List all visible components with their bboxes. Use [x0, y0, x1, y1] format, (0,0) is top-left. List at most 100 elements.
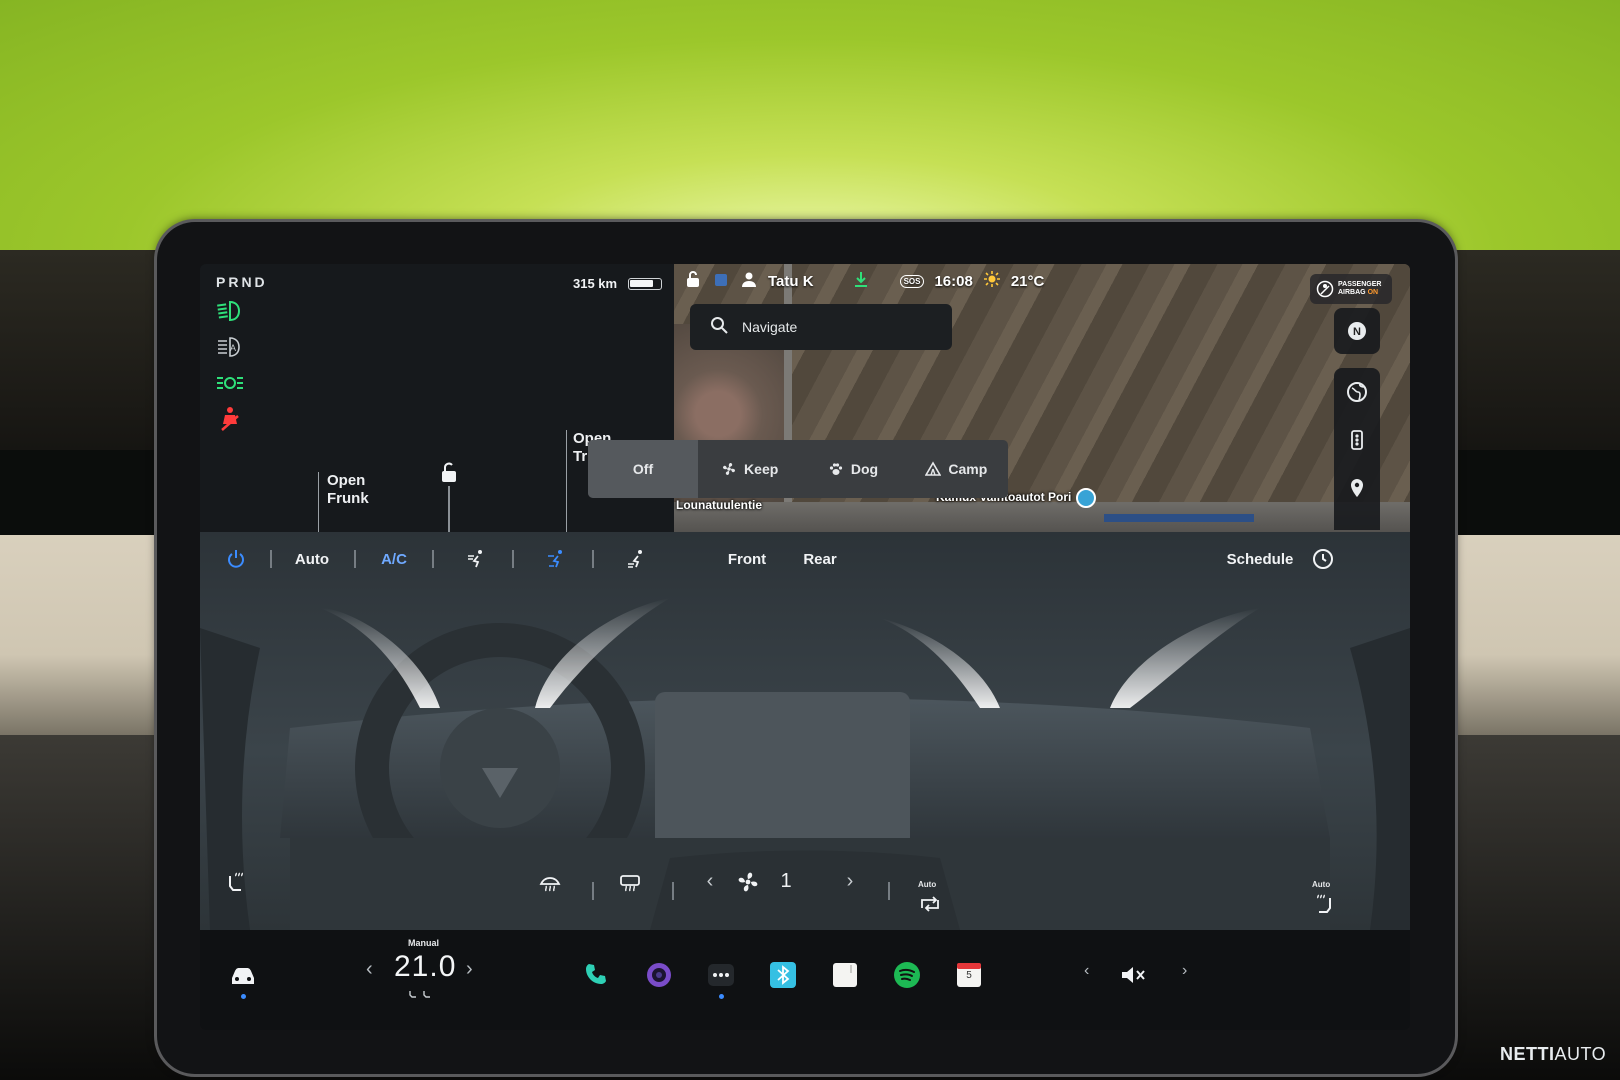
temp-mode-label: Manual [408, 938, 440, 948]
lock-status-icon[interactable] [684, 270, 702, 292]
car-controls-button[interactable] [226, 958, 260, 992]
battery-level [630, 280, 653, 287]
calendar-app-button[interactable]: 5 [952, 958, 986, 992]
keeper-off-label: Off [632, 461, 654, 477]
cabin-temperature[interactable]: 21.0 [394, 950, 456, 984]
status-bar: Tatu K SOS 16:08 21°C [674, 264, 1044, 298]
fan-increase-button[interactable]: › [840, 870, 860, 893]
globe-icon [1347, 382, 1367, 402]
paw-icon [829, 463, 842, 475]
ac-button[interactable]: A/C [374, 546, 414, 572]
spotify-app-button[interactable] [890, 958, 924, 992]
volume-increase-button[interactable]: › [1182, 962, 1187, 980]
keeper-dog-option[interactable]: Dog [801, 440, 904, 498]
keeper-keep-option[interactable]: Keep [698, 440, 801, 498]
driver-seat-heat-button[interactable] [222, 870, 250, 894]
cabin-illustration [200, 598, 1410, 930]
pin-button[interactable] [1334, 464, 1380, 512]
separator [354, 550, 356, 568]
seat-heater-icon [1317, 894, 1331, 913]
low-beam-icon [216, 298, 244, 324]
power-icon [228, 550, 244, 568]
mute-button[interactable] [1116, 958, 1150, 992]
airbag-label-line1: PASSENGER [1338, 281, 1382, 288]
watermark-rest: AUTO [1554, 1044, 1607, 1064]
fan-icon [723, 463, 736, 475]
navigate-input[interactable] [742, 319, 922, 335]
outside-temperature: 21°C [1010, 272, 1045, 290]
profile-icon[interactable] [740, 270, 758, 292]
fan-speed-value: 1 [780, 870, 792, 892]
rear-defrost-tab[interactable]: Rear [800, 546, 840, 572]
center-display-shape [655, 692, 910, 854]
unlock-leader-line [448, 486, 450, 534]
airflow-feet-icon [628, 550, 642, 568]
search-icon [710, 316, 728, 339]
climate-auto-button[interactable]: Auto [290, 546, 334, 572]
phone-app-button[interactable] [580, 958, 614, 992]
volume-decrease-button[interactable]: ‹ [1084, 962, 1089, 980]
separator [432, 550, 434, 568]
recirculation-button[interactable] [916, 892, 944, 916]
map-controls [1334, 368, 1380, 530]
front-defrost-button[interactable] [536, 870, 564, 894]
airflow-face-button[interactable] [462, 546, 490, 572]
rear-defrost-button[interactable] [616, 870, 644, 894]
volume-mute-icon [1122, 967, 1145, 983]
sos-icon[interactable]: SOS [899, 274, 925, 288]
climate-power-button[interactable] [222, 546, 250, 572]
airbag-icon [1316, 280, 1334, 298]
map-road [674, 502, 1410, 532]
svg-text:N: N [1353, 326, 1361, 338]
keeper-dog-label: Dog [850, 461, 879, 477]
open-frunk-button[interactable]: Open Frunk [318, 472, 369, 534]
airflow-feet-button[interactable] [622, 546, 650, 572]
recirculation-icon [921, 896, 939, 912]
bottom-dock: ‹ Manual 21.0 › 5 ‹ › [200, 930, 1410, 1030]
front-defrost-tab[interactable]: Front [724, 546, 770, 572]
passenger-airbag-indicator: PASSENGER AIRBAG ON [1310, 274, 1392, 304]
car-icon [232, 968, 254, 984]
navigate-search-box[interactable] [690, 304, 952, 350]
notes-icon [833, 963, 857, 987]
bluetooth-app-button[interactable] [766, 958, 800, 992]
traffic-light-icon [1351, 430, 1363, 450]
driver-profile-name[interactable]: Tatu K [768, 273, 814, 290]
schedule-clock-button[interactable] [1310, 546, 1336, 572]
car-mini-icon [712, 270, 730, 292]
airflow-face-feet-button[interactable] [542, 546, 570, 572]
map-building [1104, 514, 1254, 522]
parking-lights-icon [216, 370, 244, 396]
keeper-camp-option[interactable]: Camp [905, 440, 1008, 498]
poi-marker-icon[interactable] [1076, 488, 1096, 508]
recirculation-auto-label: Auto [918, 880, 937, 889]
keeper-off-option[interactable]: Off [588, 440, 698, 498]
tent-icon [925, 461, 942, 476]
compass-button[interactable]: N [1334, 308, 1380, 354]
notes-app-button[interactable] [828, 958, 862, 992]
spotify-icon [894, 962, 920, 988]
schedule-button[interactable]: Schedule [1224, 546, 1296, 572]
temp-increase-button[interactable]: › [466, 958, 473, 981]
download-icon[interactable] [852, 270, 870, 292]
camera-app-button[interactable] [642, 958, 676, 992]
range-readout: 315 km [573, 276, 618, 291]
fan-decrease-button[interactable]: ‹ [700, 870, 720, 893]
rear-defrost-icon [620, 875, 640, 892]
svg-text:A: A [230, 343, 236, 353]
bluetooth-icon [770, 962, 796, 988]
temp-decrease-button[interactable]: ‹ [366, 958, 373, 981]
separator [512, 550, 514, 568]
unlock-icon[interactable] [437, 460, 461, 484]
satellite-view-button[interactable] [1334, 368, 1380, 416]
passenger-seat-heat-button[interactable] [1310, 892, 1338, 916]
climate-panel: Auto A/C Front Rear Schedule ‹ 1 › Auto … [200, 532, 1410, 930]
fan-speed-icon [734, 870, 762, 894]
airbag-state: ON [1367, 289, 1379, 296]
front-defrost-icon [539, 877, 561, 892]
keeper-camp-label: Camp [948, 461, 988, 477]
more-apps-button[interactable] [704, 958, 738, 992]
traffic-button[interactable] [1334, 416, 1380, 464]
auto-high-beam-icon: A [216, 334, 244, 360]
keeper-keep-label: Keep [744, 461, 779, 477]
